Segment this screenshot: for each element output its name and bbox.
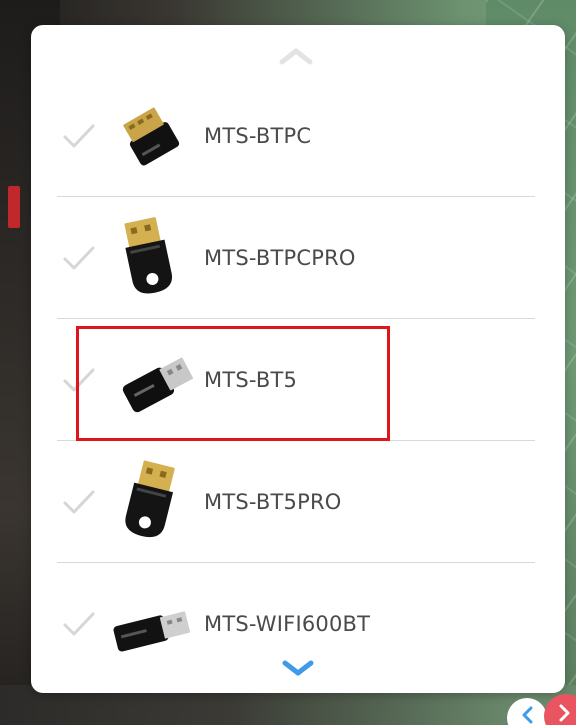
background-red-tab bbox=[8, 186, 20, 228]
item-label: MTS-BTPCPRO bbox=[204, 245, 356, 270]
item-label: MTS-BT5PRO bbox=[204, 489, 342, 514]
scroll-up-button[interactable] bbox=[279, 45, 313, 67]
bluetooth-dongle-small-icon bbox=[105, 91, 195, 181]
product-list: MTS-BTPC MTS-BTPCPRO MTS-BT5 MTS-BT5PRO … bbox=[57, 75, 535, 685]
bluetooth-dongle-pro-icon bbox=[105, 213, 195, 303]
chevron-left-icon bbox=[522, 706, 533, 724]
checkmark-icon bbox=[63, 368, 95, 391]
bluetooth-dongle-bt5pro-icon bbox=[105, 457, 195, 547]
product-selector-panel: MTS-BTPC MTS-BTPCPRO MTS-BT5 MTS-BT5PRO … bbox=[31, 25, 565, 693]
list-item-mts-btpc[interactable]: MTS-BTPC bbox=[57, 75, 535, 197]
list-item-mts-bt5pro[interactable]: MTS-BT5PRO bbox=[57, 441, 535, 563]
chevron-up-icon bbox=[279, 48, 313, 65]
list-item-mts-btpcpro[interactable]: MTS-BTPCPRO bbox=[57, 197, 535, 319]
item-label: MTS-WIFI600BT bbox=[204, 612, 371, 636]
checkmark-icon bbox=[63, 490, 95, 513]
checkmark-icon bbox=[63, 246, 95, 269]
list-item-mts-bt5[interactable]: MTS-BT5 bbox=[57, 319, 535, 441]
scroll-down-button[interactable] bbox=[281, 657, 315, 679]
checkmark-icon bbox=[63, 612, 95, 636]
checkmark-icon bbox=[63, 124, 95, 147]
item-label: MTS-BTPC bbox=[204, 123, 312, 148]
chevron-right-icon bbox=[559, 704, 570, 722]
bluetooth-dongle-bt5-icon bbox=[105, 335, 195, 425]
chevron-down-icon bbox=[282, 660, 314, 676]
item-label: MTS-BT5 bbox=[204, 367, 298, 392]
wifi-dongle-icon bbox=[105, 579, 195, 669]
